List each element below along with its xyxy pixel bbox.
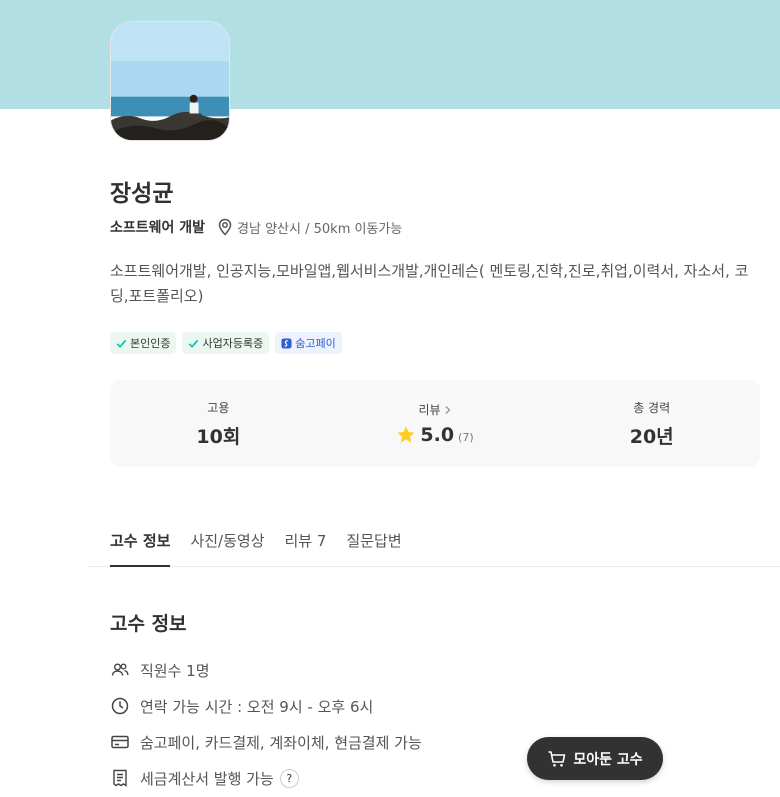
receipt-icon <box>113 769 127 787</box>
help-icon[interactable]: ? <box>279 768 299 788</box>
review-count: (7) <box>458 430 474 444</box>
saved-gosu-button[interactable]: 모아둔 고수 <box>527 737 663 780</box>
stat-review-value: 5.0 (7) <box>396 424 474 446</box>
info-payment: 숨고페이, 카드결제, 계좌이체, 현금결제 가능 <box>110 724 422 760</box>
location-pin-icon <box>217 218 233 236</box>
gosu-info-list: 직원수 1명 연락 가능 시간 : 오전 9시 - 오후 6시 숨고페이, 카드… <box>110 652 422 796</box>
stat-review[interactable]: 리뷰 5.0 (7) <box>327 380 544 467</box>
badge-list: 본인인증 사업자등록증 숨고페이 <box>110 332 342 354</box>
chevron-right-icon <box>445 405 451 414</box>
info-employees: 직원수 1명 <box>110 652 422 688</box>
service-category: 소프트웨어 개발 <box>110 220 206 236</box>
soomgo-pay-icon <box>281 337 292 349</box>
info-contact-hours-text: 연락 가능 시간 : 오전 9시 - 오후 6시 <box>140 697 374 716</box>
stat-review-label: 리뷰 <box>418 403 441 417</box>
star-icon <box>397 426 415 443</box>
info-tax-invoice-text: 세금계산서 발행 가능 <box>140 769 274 788</box>
info-contact-hours: 연락 가능 시간 : 오전 9시 - 오후 6시 <box>110 688 422 724</box>
credit-card-icon <box>111 735 129 749</box>
stat-career-value: 20년 <box>629 425 674 448</box>
tab-photos-videos[interactable]: 사진/동영상 <box>190 522 264 567</box>
stats-panel: 고용 10회 리뷰 5.0 (7) 총 경력 20년 <box>110 380 760 467</box>
tab-reviews[interactable]: 리뷰 7 <box>285 522 327 567</box>
saved-gosu-label: 모아둔 고수 <box>573 751 643 768</box>
badge-label: 사업자등록증 <box>202 337 264 350</box>
people-icon <box>111 663 129 676</box>
service-description: 소프트웨어개발, 인공지능,모바일앱,웹서비스개발,개인레슨( 멘토링,진학,진… <box>110 262 749 305</box>
stat-hire-label: 고용 <box>207 400 230 415</box>
badge-label: 숨고페이 <box>295 337 336 350</box>
stat-hire: 고용 10회 <box>110 380 327 467</box>
badge-soomgo-pay: 숨고페이 <box>275 332 342 354</box>
info-payment-text: 숨고페이, 카드결제, 계좌이체, 현금결제 가능 <box>140 733 422 752</box>
profile-photo <box>111 22 229 140</box>
info-tax-invoice: 세금계산서 발행 가능 ? <box>110 760 422 796</box>
check-icon <box>189 339 199 348</box>
clock-icon <box>111 697 129 715</box>
check-icon <box>116 339 127 348</box>
section-title-gosu-info: 고수 정보 <box>110 613 187 635</box>
stat-career: 총 경력 20년 <box>543 380 760 467</box>
tab-qna[interactable]: 질문답변 <box>346 522 401 567</box>
location-text: 경남 양산시 / 50km 이동가능 <box>237 221 403 237</box>
cart-icon <box>548 750 566 767</box>
badge-business-registered: 사업자등록증 <box>182 332 270 354</box>
profile-tabs: 고수 정보 사진/동영상 리뷰 7 질문답변 <box>88 522 780 567</box>
avatar <box>110 21 230 141</box>
review-rating: 5.0 <box>420 424 455 446</box>
gosu-name: 장성균 <box>110 181 174 207</box>
badge-identity-verified: 본인인증 <box>110 332 177 354</box>
tab-gosu-info[interactable]: 고수 정보 <box>110 522 171 567</box>
badge-label: 본인인증 <box>130 337 171 350</box>
stat-career-label: 총 경력 <box>633 400 671 415</box>
stat-review-link[interactable]: 리뷰 <box>418 401 451 418</box>
stat-hire-value: 10회 <box>196 425 241 448</box>
meta-row: 소프트웨어 개발 경남 양산시 / 50km 이동가능 <box>110 216 402 238</box>
info-employees-text: 직원수 1명 <box>140 661 210 680</box>
